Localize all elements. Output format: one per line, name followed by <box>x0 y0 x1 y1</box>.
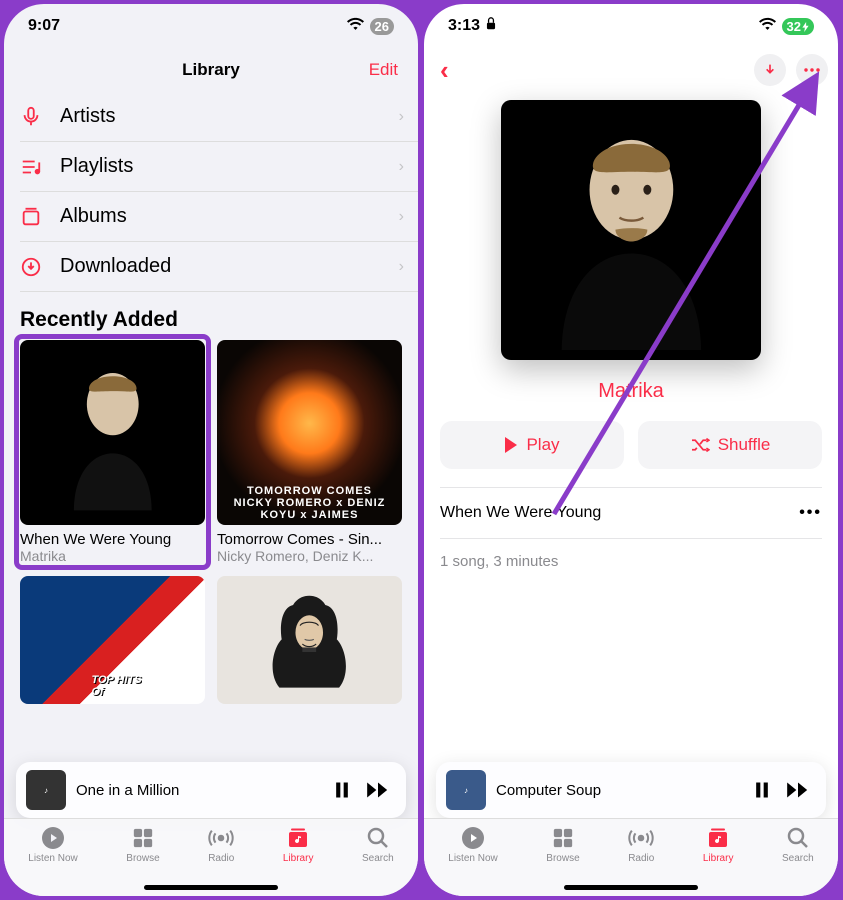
menu-item-playlists[interactable]: Playlists › <box>20 142 418 192</box>
play-circle-icon <box>460 825 486 851</box>
radio-icon <box>628 825 654 851</box>
section-recently-added: Recently Added <box>20 308 402 332</box>
library-icon <box>705 825 731 851</box>
shuffle-button[interactable]: Shuffle <box>638 421 822 469</box>
now-playing-title: Computer Soup <box>496 782 744 799</box>
menu-item-artists[interactable]: Artists › <box>20 92 418 142</box>
status-bar: 3:13 32 <box>424 4 838 48</box>
mic-icon <box>20 106 60 128</box>
album-title: When We Were Young <box>20 531 205 548</box>
status-bar: 9:07 26 <box>4 4 418 48</box>
library-screen: 9:07 26 Library Edit Artists › Playlists… <box>4 4 418 896</box>
next-button[interactable] <box>360 772 396 808</box>
tab-listen-now[interactable]: Listen Now <box>448 825 497 896</box>
library-icon <box>285 825 311 851</box>
tab-search[interactable]: Search <box>362 825 394 896</box>
album-art-large[interactable] <box>501 100 761 360</box>
track-row[interactable]: When We Were Young ••• <box>440 487 822 539</box>
page-title: Library <box>182 60 240 80</box>
grid-icon <box>550 825 576 851</box>
album-artist: Matrika <box>20 548 205 564</box>
chevron-right-icon: › <box>399 108 404 126</box>
artist-name[interactable]: Matrika <box>424 380 838 403</box>
status-time: 9:07 <box>28 17 60 35</box>
track-name: When We Were Young <box>440 504 799 522</box>
album-art[interactable] <box>217 576 402 704</box>
play-circle-icon <box>40 825 66 851</box>
wifi-icon <box>759 17 776 35</box>
chevron-right-icon: › <box>399 158 404 176</box>
next-button[interactable] <box>780 772 816 808</box>
menu-label: Playlists <box>60 155 399 178</box>
more-button[interactable] <box>796 54 828 86</box>
menu-item-downloaded[interactable]: Downloaded › <box>20 242 418 292</box>
tab-library[interactable]: Library <box>283 825 314 896</box>
wifi-icon <box>347 17 364 35</box>
lock-icon <box>486 17 496 35</box>
download-icon <box>20 256 60 278</box>
album-card[interactable]: TOMORROW COMES NICKY ROMERO x DENIZ KOYU… <box>217 340 402 564</box>
pause-button[interactable] <box>324 772 360 808</box>
search-icon <box>365 825 391 851</box>
album-meta: 1 song, 3 minutes <box>440 553 822 570</box>
menu-label: Albums <box>60 205 399 228</box>
menu-label: Downloaded <box>60 255 399 278</box>
chevron-right-icon: › <box>399 208 404 226</box>
detail-header: ‹ <box>424 48 838 92</box>
album-icon <box>20 206 60 228</box>
edit-button[interactable]: Edit <box>369 60 398 80</box>
battery-icon: 32 <box>782 18 814 35</box>
chevron-right-icon: › <box>399 258 404 276</box>
album-art[interactable]: TOP HITS Of <box>20 576 205 704</box>
tab-listen-now[interactable]: Listen Now <box>28 825 77 896</box>
album-art: TOMORROW COMES NICKY ROMERO x DENIZ KOYU… <box>217 340 402 525</box>
now-playing-bar[interactable]: ♪ One in a Million <box>16 762 406 818</box>
tab-library[interactable]: Library <box>703 825 734 896</box>
menu-label: Artists <box>60 105 399 128</box>
status-time: 3:13 <box>448 17 480 35</box>
download-button[interactable] <box>754 54 786 86</box>
playlist-icon <box>20 156 60 178</box>
album-art <box>20 340 205 525</box>
menu-item-albums[interactable]: Albums › <box>20 192 418 242</box>
album-artist: Nicky Romero, Deniz K... <box>217 548 402 564</box>
back-button[interactable]: ‹ <box>434 55 455 86</box>
album-title: Tomorrow Comes - Sin... <box>217 531 402 548</box>
grid-icon <box>130 825 156 851</box>
home-indicator[interactable] <box>144 885 278 890</box>
pause-button[interactable] <box>744 772 780 808</box>
now-playing-art: ♪ <box>446 770 486 810</box>
now-playing-title: One in a Million <box>76 782 324 799</box>
tab-search[interactable]: Search <box>782 825 814 896</box>
album-detail-screen: 3:13 32 ‹ Matrika Play Shuffle When We W… <box>424 4 838 896</box>
radio-icon <box>208 825 234 851</box>
library-header: Library Edit <box>4 48 418 92</box>
album-card[interactable]: When We Were Young Matrika <box>20 340 205 564</box>
now-playing-art: ♪ <box>26 770 66 810</box>
battery-icon: 26 <box>370 18 394 35</box>
home-indicator[interactable] <box>564 885 698 890</box>
play-button[interactable]: Play <box>440 421 624 469</box>
track-more-icon[interactable]: ••• <box>799 504 822 522</box>
now-playing-bar[interactable]: ♪ Computer Soup <box>436 762 826 818</box>
search-icon <box>785 825 811 851</box>
